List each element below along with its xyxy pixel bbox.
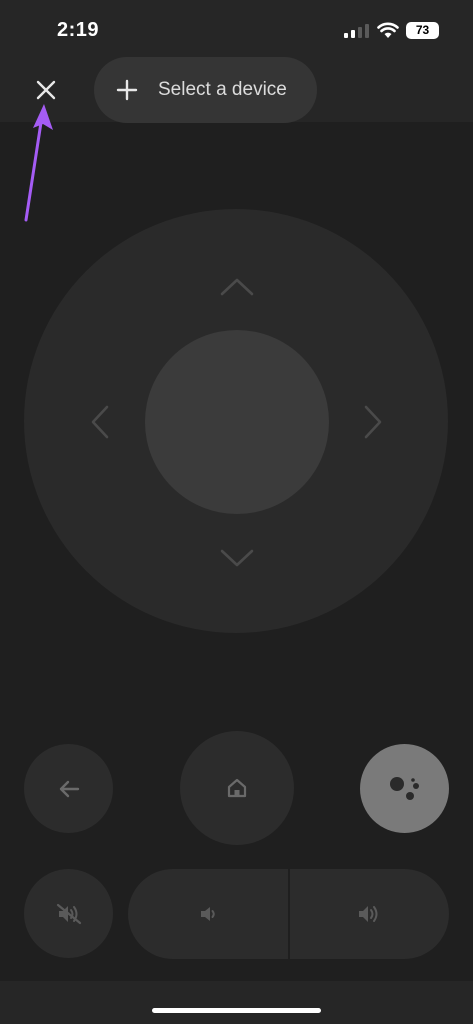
dpad-right-button[interactable]: [353, 402, 393, 442]
cellular-signal-icon: [344, 24, 369, 38]
dpad-down-button[interactable]: [217, 538, 257, 578]
volume-control: [128, 869, 449, 959]
back-button[interactable]: [24, 744, 113, 833]
bottom-bar: [0, 981, 473, 1024]
dpad-left-button[interactable]: [80, 402, 120, 442]
dpad-up-button[interactable]: [217, 267, 257, 307]
annotation-arrow-icon: [24, 104, 53, 222]
plus-icon: [116, 79, 138, 101]
wifi-icon: [377, 22, 399, 38]
battery-indicator: 73: [406, 22, 439, 39]
volume-up-button[interactable]: [290, 869, 450, 959]
volume-down-button[interactable]: [128, 869, 288, 959]
close-icon: [36, 80, 56, 100]
back-arrow-icon: [59, 780, 79, 797]
home-indicator[interactable]: [152, 1008, 321, 1013]
select-device-button[interactable]: Select a device: [94, 57, 317, 123]
chevron-up-icon: [220, 278, 254, 296]
select-device-label: Select a device: [158, 79, 287, 100]
google-assistant-button[interactable]: [360, 744, 449, 833]
google-assistant-icon: [389, 776, 419, 800]
volume-up-icon: [359, 906, 378, 922]
chevron-down-icon: [220, 549, 254, 567]
home-icon: [227, 778, 247, 798]
chevron-left-icon: [91, 405, 109, 439]
volume-down-icon: [200, 907, 215, 921]
mute-icon: [56, 903, 81, 924]
status-time: 2:19: [57, 19, 100, 41]
mute-button[interactable]: [24, 869, 113, 958]
chevron-right-icon: [364, 405, 382, 439]
home-button[interactable]: [180, 731, 294, 845]
dpad-center-button[interactable]: [145, 330, 329, 514]
